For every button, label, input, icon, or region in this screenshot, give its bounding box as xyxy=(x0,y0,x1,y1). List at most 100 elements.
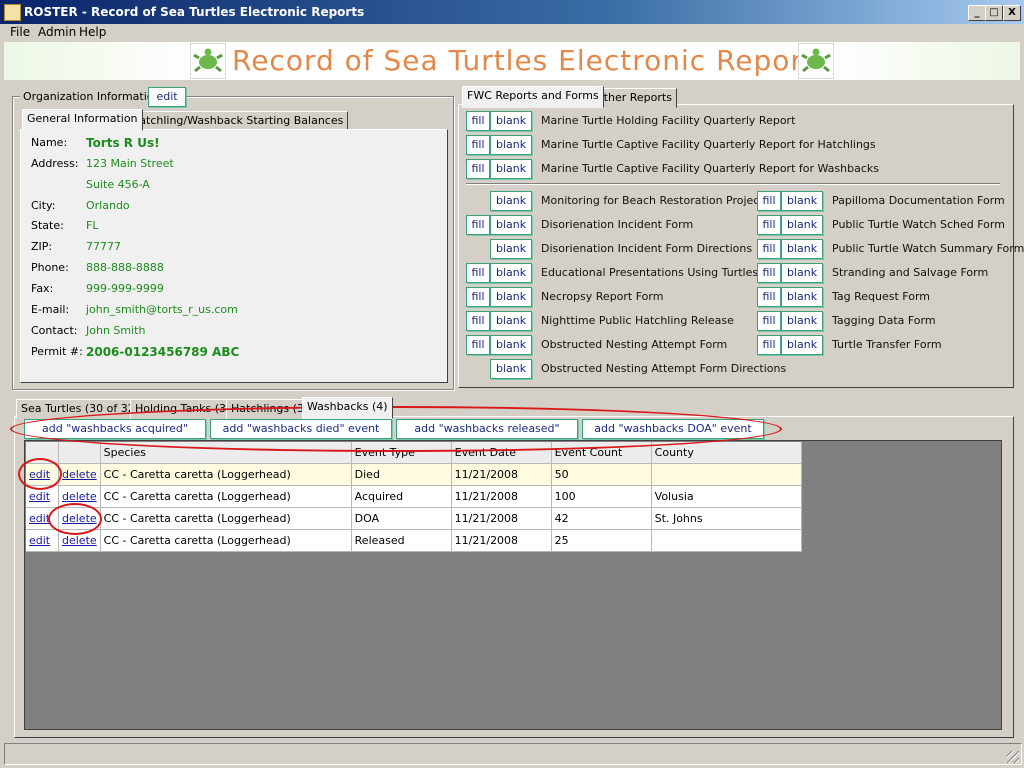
maximize-button[interactable]: □ xyxy=(985,5,1003,21)
org-edit-button[interactable]: edit xyxy=(148,87,186,107)
report-label: Marine Turtle Captive Facility Quarterly… xyxy=(541,162,879,175)
blank-button[interactable]: blank xyxy=(490,215,532,235)
resize-grip-icon[interactable] xyxy=(1007,751,1019,763)
fill-button[interactable]: fill xyxy=(466,335,490,355)
species-cell: CC - Caretta caretta (Loggerhead) xyxy=(100,485,352,508)
fill-button[interactable]: fill xyxy=(466,263,490,283)
fill-button[interactable]: fill xyxy=(466,215,490,235)
report-label: Obstructed Nesting Attempt Form xyxy=(541,338,728,351)
blank-button[interactable]: blank xyxy=(781,287,823,307)
blank-button[interactable]: blank xyxy=(490,359,532,379)
minimize-button[interactable]: _ xyxy=(968,5,986,21)
org-field-label: City: xyxy=(31,199,56,212)
blank-button[interactable]: blank xyxy=(781,215,823,235)
fill-button[interactable]: fill xyxy=(757,263,781,283)
blank-button[interactable]: blank xyxy=(490,263,532,283)
blank-button[interactable]: blank xyxy=(490,239,532,259)
edit-link[interactable]: edit xyxy=(29,534,50,547)
events-table: Species Event Type Event Date Event Coun… xyxy=(26,442,802,552)
column-header-delete xyxy=(58,442,101,464)
org-field-label: Phone: xyxy=(31,261,69,274)
report-label: Marine Turtle Holding Facility Quarterly… xyxy=(541,114,796,127)
annotation-oval-event-buttons xyxy=(10,406,782,452)
report-label: Necropsy Report Form xyxy=(541,290,664,303)
org-field-value: 123 Main Street xyxy=(86,157,174,170)
menu-file[interactable]: File xyxy=(8,25,32,39)
blank-button[interactable]: blank xyxy=(781,335,823,355)
fill-button[interactable]: fill xyxy=(757,191,781,211)
delete-link[interactable]: delete xyxy=(62,468,97,481)
delete-cell: delete xyxy=(58,463,101,486)
fill-button[interactable]: fill xyxy=(466,159,490,179)
app-icon xyxy=(4,4,21,21)
event-date-cell: 11/21/2008 xyxy=(451,529,552,552)
menu-help[interactable]: Help xyxy=(77,25,108,39)
event-type-cell: Released xyxy=(351,529,452,552)
edit-link[interactable]: edit xyxy=(29,490,50,503)
event-count-cell: 25 xyxy=(551,529,652,552)
org-field-label: Fax: xyxy=(31,282,54,295)
blank-button[interactable]: blank xyxy=(781,239,823,259)
tab-fwc-reports[interactable]: FWC Reports and Forms xyxy=(462,86,604,108)
blank-button[interactable]: blank xyxy=(490,135,532,155)
report-label: Monitoring for Beach Restoration Project… xyxy=(541,194,770,207)
county-cell xyxy=(651,463,802,486)
blank-button[interactable]: blank xyxy=(490,159,532,179)
fill-button[interactable]: fill xyxy=(466,135,490,155)
fill-button[interactable]: fill xyxy=(466,311,490,331)
org-field-value: FL xyxy=(86,219,99,232)
fill-button[interactable]: fill xyxy=(757,239,781,259)
blank-button[interactable]: blank xyxy=(490,335,532,355)
org-field-label: State: xyxy=(31,219,64,232)
report-label: Disorienation Incident Form Directions xyxy=(541,242,753,255)
table-row: edit delete CC - Caretta caretta (Loggerhe… xyxy=(26,485,802,508)
org-field-value: Suite 456-A xyxy=(86,178,150,191)
fill-button[interactable]: fill xyxy=(466,111,490,131)
tab-starting-balances[interactable]: Hatchling/Washback Starting Balances xyxy=(126,111,349,131)
org-field-value: 888-888-8888 xyxy=(86,261,164,274)
blank-button[interactable]: blank xyxy=(781,191,823,211)
county-cell: Volusia xyxy=(651,485,802,508)
fill-button[interactable]: fill xyxy=(757,215,781,235)
tab-washbacks[interactable]: Washbacks (4) xyxy=(302,397,393,419)
column-header-county[interactable]: County xyxy=(651,442,802,464)
tab-general-information[interactable]: General Information xyxy=(22,109,143,131)
blank-button[interactable]: blank xyxy=(490,111,532,131)
menu-bar: File Admin Help xyxy=(0,24,1024,42)
species-cell: CC - Caretta caretta (Loggerhead) xyxy=(100,529,352,552)
report-label: Tagging Data Form xyxy=(832,314,936,327)
blank-button[interactable]: blank xyxy=(490,287,532,307)
fill-button[interactable]: fill xyxy=(757,335,781,355)
event-type-cell: Died xyxy=(351,463,452,486)
report-label: Tag Request Form xyxy=(832,290,931,303)
org-field-value: Orlando xyxy=(86,199,130,212)
banner-title: Record of Sea Turtles Electronic Reports xyxy=(232,44,831,77)
title-bar: ROSTER - Record of Sea Turtles Electroni… xyxy=(0,0,1024,24)
close-button[interactable]: X xyxy=(1003,5,1021,21)
org-field-label: Name: xyxy=(31,136,68,149)
org-field-label: Address: xyxy=(31,157,79,170)
fill-button[interactable]: fill xyxy=(757,311,781,331)
report-label: Nighttime Public Hatchling Release xyxy=(541,314,734,327)
report-label: Marine Turtle Captive Facility Quarterly… xyxy=(541,138,876,151)
report-label: Public Turtle Watch Sched Form xyxy=(832,218,1005,231)
edit-link[interactable]: edit xyxy=(29,512,50,525)
blank-button[interactable]: blank xyxy=(781,263,823,283)
delete-link[interactable]: delete xyxy=(62,490,97,503)
species-cell: CC - Caretta caretta (Loggerhead) xyxy=(100,507,352,530)
window-title: ROSTER - Record of Sea Turtles Electroni… xyxy=(24,5,365,19)
blank-button[interactable]: blank xyxy=(781,311,823,331)
report-label: Turtle Transfer Form xyxy=(832,338,942,351)
fill-button[interactable]: fill xyxy=(757,287,781,307)
event-date-cell: 11/21/2008 xyxy=(451,485,552,508)
org-field-value: 2006-0123456789 ABC xyxy=(86,345,240,359)
events-grid: Species Event Type Event Date Event Coun… xyxy=(24,440,1002,730)
blank-button[interactable]: blank xyxy=(490,191,532,211)
blank-button[interactable]: blank xyxy=(490,311,532,331)
table-row: edit delete CC - Caretta caretta (Loggerhe… xyxy=(26,507,802,530)
fill-button[interactable]: fill xyxy=(466,287,490,307)
status-bar xyxy=(4,743,1022,765)
turtle-logo-left-icon xyxy=(190,43,226,79)
menu-admin[interactable]: Admin xyxy=(36,25,78,39)
delete-link[interactable]: delete xyxy=(62,534,97,547)
